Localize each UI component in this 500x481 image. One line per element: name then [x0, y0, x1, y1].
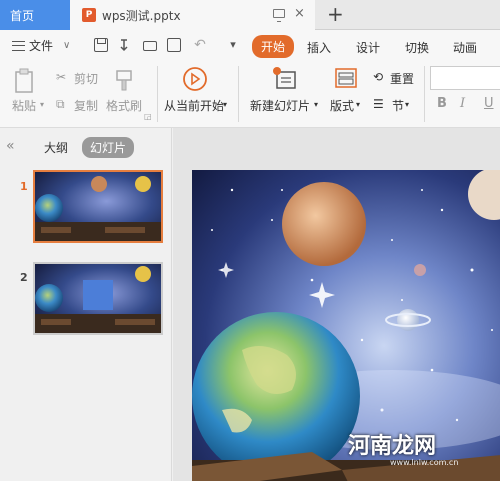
chevron-down-icon[interactable]: ▾ [223, 100, 227, 109]
divider [424, 66, 425, 122]
print-preview-icon[interactable] [167, 38, 181, 52]
new-tab-button[interactable]: + [327, 2, 344, 26]
divider [157, 66, 158, 122]
chevron-down-icon[interactable]: ▾ [405, 100, 409, 109]
collapse-panel-icon[interactable]: « [6, 138, 15, 154]
tab-home-label: 首页 [10, 8, 35, 23]
section-icon: ☰ [373, 97, 384, 111]
slide-thumbnail-1[interactable] [33, 170, 163, 243]
monitor-icon[interactable] [273, 9, 285, 22]
play-slideshow-icon[interactable] [182, 66, 208, 92]
paste-icon[interactable] [14, 68, 36, 94]
tab-outline[interactable]: 大纲 [44, 139, 68, 156]
slide-thumbnail-image [35, 172, 161, 241]
pptx-file-icon: P [82, 8, 96, 22]
copy-icon: ⧉ [56, 97, 65, 111]
chevron-down-icon[interactable]: ▾ [356, 100, 360, 109]
font-name-input[interactable] [430, 66, 500, 90]
italic-button[interactable]: I [460, 96, 465, 111]
reset-icon: ⟲ [373, 70, 384, 84]
slide-number: 2 [20, 271, 28, 284]
slide-space-image [192, 170, 500, 481]
format-painter-button[interactable]: 格式刷 [106, 97, 142, 114]
paste-button[interactable]: 粘贴 [12, 97, 36, 114]
slide-thumbnail-image [35, 264, 161, 333]
reset-button[interactable]: 重置 [390, 70, 414, 87]
undo-icon[interactable]: ↶ [193, 38, 207, 52]
cut-button[interactable]: 剪切 [74, 70, 98, 87]
chevron-down-icon: ∨ [63, 40, 71, 51]
tab-animation[interactable]: 动画 [453, 39, 477, 56]
tab-start[interactable]: 开始 [252, 35, 295, 58]
scissors-icon: ✂ [56, 70, 67, 84]
tab-home[interactable]: 首页 [0, 0, 70, 30]
watermark-logo: 河南龙网 [348, 433, 437, 459]
new-slide-icon[interactable] [272, 66, 298, 92]
file-menu-button[interactable]: 文件 ∨ [12, 37, 70, 54]
format-painter-icon[interactable] [114, 68, 136, 94]
tab-insert[interactable]: 插入 [307, 39, 331, 56]
customize-toolbar-icon[interactable]: ▾ [226, 38, 240, 52]
current-slide[interactable] [192, 170, 500, 481]
slide-editor [173, 128, 500, 481]
print-icon[interactable] [143, 41, 157, 51]
underline-button[interactable]: U [484, 96, 494, 111]
tab-document-label: wps测试.pptx [102, 8, 181, 23]
tab-document[interactable]: P wps测试.pptx × [70, 0, 315, 30]
export-icon[interactable] [118, 38, 132, 52]
layout-icon[interactable] [334, 66, 358, 92]
bold-button[interactable]: B [437, 96, 447, 111]
tab-transition[interactable]: 切换 [405, 39, 429, 56]
save-icon[interactable] [94, 38, 108, 52]
divider [238, 66, 239, 122]
menu-bar: 文件 ∨ ↶ ▾ 开始 插入 设计 切换 动画 [0, 30, 500, 62]
layout-button[interactable]: 版式 [330, 97, 354, 114]
paste-dropdown-icon[interactable]: ▾ [40, 100, 44, 109]
tab-slides[interactable]: 幻灯片 [82, 137, 135, 158]
tab-design[interactable]: 设计 [356, 39, 380, 56]
ribbon-start: 粘贴 ▾ ✂ 剪切 ⧉ 复制 格式刷 ◲ 从当前开始 ▾ 新建幻灯片 ▾ 版式 … [0, 62, 500, 128]
section-button[interactable]: 节 [392, 97, 404, 114]
clipboard-launcher-icon[interactable]: ◲ [144, 112, 152, 121]
chevron-down-icon[interactable]: ▾ [314, 100, 318, 109]
slide-panel: « 大纲 幻灯片 1 2 [0, 128, 172, 481]
slide-number: 1 [20, 180, 28, 193]
from-current-slide-button[interactable]: 从当前开始 [164, 97, 224, 114]
copy-button[interactable]: 复制 [74, 97, 98, 114]
watermark-url: www.lnlw.com.cn [390, 458, 459, 467]
hamburger-icon [12, 40, 25, 51]
new-slide-button[interactable]: 新建幻灯片 [250, 97, 310, 114]
tab-bar: 首页 P wps测试.pptx × + [0, 0, 500, 30]
file-menu-label: 文件 [29, 39, 54, 53]
close-tab-icon[interactable]: × [294, 6, 305, 21]
slide-thumbnail-2[interactable] [33, 262, 163, 335]
